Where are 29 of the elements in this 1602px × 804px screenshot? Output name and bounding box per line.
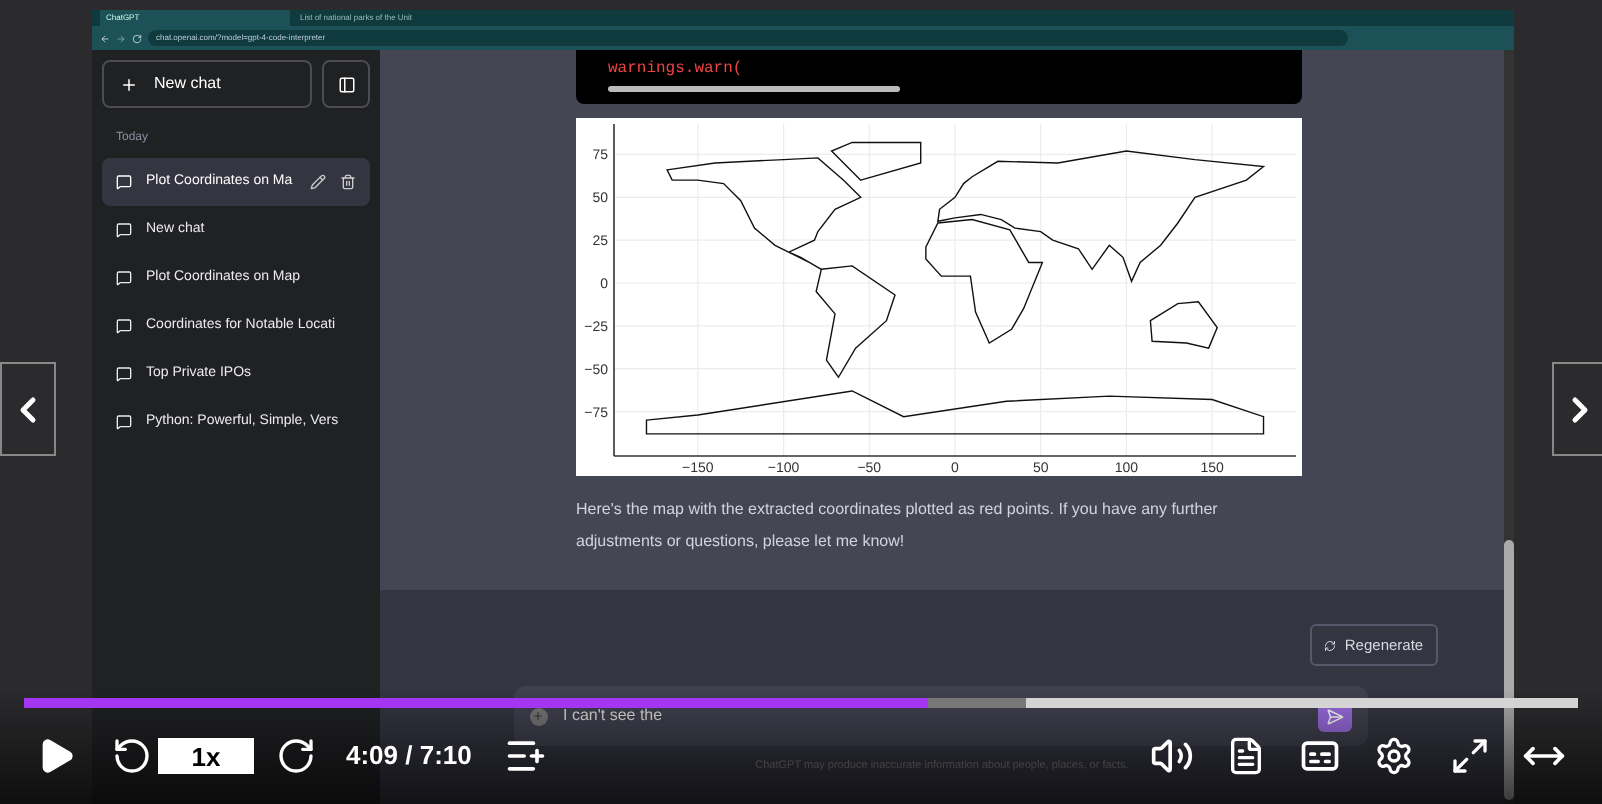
plus-icon <box>120 75 138 93</box>
reload-icon[interactable] <box>132 33 142 43</box>
time-display: 4:09 / 7:10 <box>346 738 472 775</box>
chat-icon <box>116 222 132 238</box>
chat-icon <box>116 414 132 430</box>
notes-icon[interactable] <box>1226 736 1266 776</box>
next-button[interactable] <box>1552 362 1602 456</box>
panel-icon <box>337 75 356 93</box>
settings-icon[interactable] <box>1374 736 1414 776</box>
previous-button[interactable] <box>0 362 56 456</box>
progress-track[interactable] <box>24 698 1578 708</box>
message-text: Here's the map with the extracted coordinates plotted as red points. If you have any further adjustments or questions, please let me know! <box>576 498 1220 554</box>
volume-icon[interactable] <box>1150 734 1194 778</box>
chat-icon <box>116 174 132 190</box>
forward-icon[interactable] <box>276 736 316 776</box>
new-chat-button[interactable]: New chat <box>102 60 313 108</box>
chat-icon <box>116 366 132 382</box>
rewind-icon[interactable] <box>112 736 152 776</box>
chat-icon <box>116 318 132 334</box>
back-icon[interactable] <box>100 33 110 43</box>
speed-button[interactable]: 1x <box>158 738 254 774</box>
input-text: I can't see the <box>563 704 665 728</box>
delete-icon[interactable] <box>340 174 356 190</box>
fullscreen-icon[interactable] <box>1450 736 1490 776</box>
refresh-icon <box>1324 639 1337 651</box>
edit-icon[interactable] <box>310 174 326 190</box>
code-line: warnings.warn( <box>608 62 745 78</box>
chat-icon <box>116 270 132 286</box>
sidebar-toggle-button[interactable] <box>322 60 370 108</box>
